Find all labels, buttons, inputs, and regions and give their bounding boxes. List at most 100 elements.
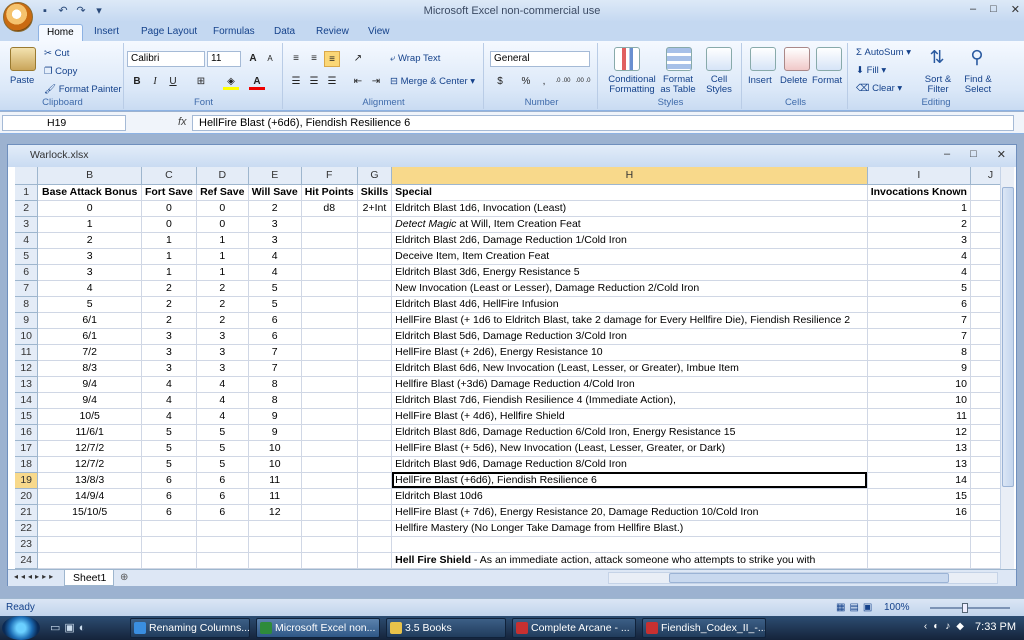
cell-b1[interactable]: Base Attack Bonus: [37, 184, 142, 201]
format-cells-button[interactable]: Format: [812, 75, 842, 86]
format-as-table-icon[interactable]: [666, 47, 692, 71]
cell-h10[interactable]: Eldritch Blast 5d6, Damage Reduction 3/C…: [391, 328, 868, 345]
cell-g6[interactable]: [357, 264, 393, 281]
tab-formulas[interactable]: Formulas: [205, 24, 263, 42]
cell-f21[interactable]: [301, 504, 358, 521]
spreadsheet-grid[interactable]: B C D E F G H I J 1 Base Attack Bonus Fort Save Ref …: [15, 167, 1011, 569]
increase-indent-icon[interactable]: ⇥: [368, 74, 384, 90]
row-header[interactable]: 13: [15, 376, 39, 393]
cell-e16[interactable]: 9: [248, 424, 302, 441]
cell-h11[interactable]: HellFire Blast (+ 2d6), Energy Resistanc…: [391, 344, 868, 361]
cell-e24[interactable]: [248, 552, 302, 569]
cell-i3[interactable]: 2: [867, 216, 971, 233]
insert-sheet-icon[interactable]: ⊕: [120, 572, 128, 583]
cell-f12[interactable]: [301, 360, 358, 377]
cell-e2[interactable]: 2: [248, 200, 302, 217]
cell-i19[interactable]: 14: [867, 472, 971, 489]
cell-e15[interactable]: 9: [248, 408, 302, 425]
cell-g17[interactable]: [357, 440, 393, 457]
cell-i11[interactable]: 8: [867, 344, 971, 361]
cell-i15[interactable]: 11: [867, 408, 971, 425]
cell-b11[interactable]: 7/2: [37, 344, 142, 361]
cell-g13[interactable]: [357, 376, 393, 393]
sheet-nav-icons[interactable]: ◂◂◂▸▸▸: [14, 572, 56, 581]
cell-h2[interactable]: Eldritch Blast 1d6, Invocation (Least): [391, 200, 868, 217]
row-header[interactable]: 6: [15, 264, 39, 281]
cell-d15[interactable]: 4: [196, 408, 249, 425]
cell-g11[interactable]: [357, 344, 393, 361]
find-binoculars-icon[interactable]: ⚲: [964, 47, 990, 71]
cell-f17[interactable]: [301, 440, 358, 457]
format-as-table-button[interactable]: Format as Table: [658, 75, 698, 95]
row-header[interactable]: 24: [15, 552, 39, 569]
cell-h9[interactable]: HellFire Blast (+ 1d6 to Eldritch Blast,…: [391, 312, 868, 329]
align-bottom-icon[interactable]: ≡: [324, 51, 340, 67]
row-header[interactable]: 17: [15, 440, 39, 457]
cell-h21[interactable]: HellFire Blast (+ 7d6), Energy Resistanc…: [391, 504, 868, 521]
horizontal-scroll-thumb[interactable]: [669, 573, 949, 583]
cell-c1[interactable]: Fort Save: [141, 184, 197, 201]
cell-i14[interactable]: 10: [867, 392, 971, 409]
insert-cells-icon[interactable]: [750, 47, 776, 71]
align-top-icon[interactable]: ≡: [288, 51, 304, 67]
increase-decimal-button[interactable]: .0 .00: [554, 74, 572, 90]
cell-b13[interactable]: 9/4: [37, 376, 142, 393]
cell-h15[interactable]: HellFire Blast (+ 4d6), Hellfire Shield: [391, 408, 868, 425]
cell-e11[interactable]: 7: [248, 344, 302, 361]
cell-e12[interactable]: 7: [248, 360, 302, 377]
row-header[interactable]: 7: [15, 280, 39, 297]
cell-d8[interactable]: 2: [196, 296, 249, 313]
percent-button[interactable]: %: [518, 74, 534, 90]
row-header[interactable]: 2: [15, 200, 39, 217]
cell-g8[interactable]: [357, 296, 393, 313]
cell-d21[interactable]: 6: [196, 504, 249, 521]
cell-c17[interactable]: 5: [141, 440, 197, 457]
row-header[interactable]: 10: [15, 328, 39, 345]
format-cells-icon[interactable]: [816, 47, 842, 71]
cell-c6[interactable]: 1: [141, 264, 197, 281]
cell-c21[interactable]: 6: [141, 504, 197, 521]
cell-g18[interactable]: [357, 456, 393, 473]
tab-view[interactable]: View: [360, 24, 398, 42]
tray-icon-volume[interactable]: ♪: [945, 621, 950, 632]
row-header[interactable]: 5: [15, 248, 39, 265]
cell-f24[interactable]: [301, 552, 358, 569]
cell-b24[interactable]: [37, 552, 142, 569]
cell-b12[interactable]: 8/3: [37, 360, 142, 377]
paste-button[interactable]: Paste: [10, 75, 34, 86]
cell-c19[interactable]: 6: [141, 472, 197, 489]
cell-c8[interactable]: 2: [141, 296, 197, 313]
row-header[interactable]: 16: [15, 424, 39, 441]
cell-g7[interactable]: [357, 280, 393, 297]
cell-c12[interactable]: 3: [141, 360, 197, 377]
tray-icon-chevron[interactable]: ‹: [924, 621, 927, 632]
row-header[interactable]: 19: [15, 472, 39, 489]
cell-i6[interactable]: 4: [867, 264, 971, 281]
cell-f13[interactable]: [301, 376, 358, 393]
cell-d24[interactable]: [196, 552, 249, 569]
cell-b4[interactable]: 2: [37, 232, 142, 249]
cell-c4[interactable]: 1: [141, 232, 197, 249]
tab-home[interactable]: Home: [38, 24, 83, 42]
cell-f18[interactable]: [301, 456, 358, 473]
cell-f3[interactable]: [301, 216, 358, 233]
cell-d13[interactable]: 4: [196, 376, 249, 393]
cell-i9[interactable]: 7: [867, 312, 971, 329]
maximize-button[interactable]: □: [990, 3, 997, 16]
cell-f20[interactable]: [301, 488, 358, 505]
cell-c20[interactable]: 6: [141, 488, 197, 505]
column-header-f[interactable]: F: [301, 167, 358, 185]
workbook-restore-button[interactable]: □: [970, 148, 977, 161]
cell-b2[interactable]: 0: [37, 200, 142, 217]
cell-d18[interactable]: 5: [196, 456, 249, 473]
cell-i10[interactable]: 7: [867, 328, 971, 345]
cell-f4[interactable]: [301, 232, 358, 249]
cell-b5[interactable]: 3: [37, 248, 142, 265]
cell-f22[interactable]: [301, 520, 358, 537]
row-header[interactable]: 14: [15, 392, 39, 409]
cell-h12[interactable]: Eldritch Blast 6d6, New Invocation (Leas…: [391, 360, 868, 377]
italic-button[interactable]: I: [147, 74, 163, 90]
cell-i21[interactable]: 16: [867, 504, 971, 521]
cell-d10[interactable]: 3: [196, 328, 249, 345]
row-header[interactable]: 9: [15, 312, 39, 329]
